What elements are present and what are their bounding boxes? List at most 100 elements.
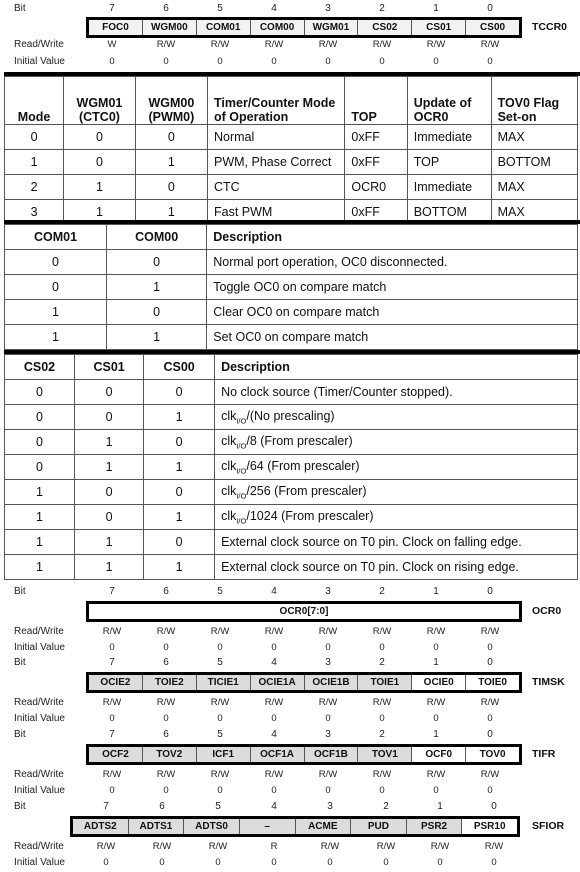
column-header: Description bbox=[206, 224, 578, 250]
initial-value: 0 bbox=[217, 785, 223, 796]
access-type: R/W bbox=[156, 39, 176, 50]
table-cell: 0xFF bbox=[344, 124, 408, 150]
access-type: R/W bbox=[372, 626, 392, 637]
access-type: R/W bbox=[372, 769, 392, 780]
table-cell: 2 bbox=[3, 174, 65, 200]
bit-field-ocf1b: OCF1B bbox=[304, 747, 359, 762]
table-cell: 0 bbox=[3, 404, 76, 430]
access-type: R/W bbox=[376, 841, 396, 852]
table-cell: 0 bbox=[63, 124, 136, 150]
description-cell: clkI/O/1024 (From prescaler) bbox=[214, 504, 578, 530]
description-text: /1024 (From prescaler) bbox=[246, 508, 374, 523]
initial-value: 0 bbox=[163, 713, 169, 724]
table-cell: 0 bbox=[106, 249, 208, 275]
tccr0-bit-fields: FOC0 WGM00 COM01 COM00 WGM01 CS02 CS01 CS00 bbox=[86, 17, 522, 38]
bit-field-toie2: TOIE2 bbox=[142, 675, 197, 690]
table-cell: 0 bbox=[3, 274, 108, 300]
bit-number: 3 bbox=[325, 729, 331, 740]
column-header: TOP bbox=[344, 76, 408, 125]
table-row: 0 1 Toggle OC0 on compare match bbox=[3, 274, 578, 300]
bit-row-label: Bit bbox=[14, 729, 26, 740]
column-header: COM00 bbox=[106, 224, 208, 250]
register-name-timsk: TIMSK bbox=[532, 676, 565, 688]
bit-number: 0 bbox=[487, 729, 493, 740]
bit-field-cs01: CS01 bbox=[412, 20, 467, 35]
read-write-row-label: Read/Write bbox=[14, 626, 64, 637]
bit-number: 7 bbox=[109, 657, 115, 668]
access-type: R/W bbox=[264, 769, 284, 780]
bit-field-wgm01: WGM01 bbox=[304, 20, 359, 35]
table-cell: 1 bbox=[63, 174, 136, 200]
bit-number: 4 bbox=[271, 3, 277, 14]
access-type: R/W bbox=[480, 39, 500, 50]
table-row: 0 0 1 clkI/O/(No prescaling) bbox=[3, 404, 578, 430]
table-cell: Immediate bbox=[406, 124, 492, 150]
table-cell: 0 bbox=[74, 379, 145, 405]
table-cell: 1 bbox=[106, 274, 208, 300]
bit-number: 0 bbox=[487, 3, 493, 14]
column-header: CS01 bbox=[74, 354, 145, 380]
table-cell: CTC bbox=[206, 174, 346, 200]
bit-number: 6 bbox=[163, 3, 169, 14]
initial-value: 0 bbox=[217, 56, 223, 67]
initial-value: 0 bbox=[325, 642, 331, 653]
initial-value: 0 bbox=[491, 857, 497, 868]
initial-value: 0 bbox=[325, 56, 331, 67]
description-cell: External clock source on T0 pin. Clock o… bbox=[214, 554, 578, 580]
table-cell: MAX bbox=[490, 124, 579, 150]
register-name-ocr0: OCR0 bbox=[532, 605, 562, 617]
bit-field-foc0: FOC0 bbox=[89, 20, 143, 35]
initial-value: 0 bbox=[433, 56, 439, 67]
column-header: Update of OCR0 bbox=[406, 76, 492, 125]
bit-number: 1 bbox=[433, 3, 439, 14]
clock-symbol: clk bbox=[221, 408, 237, 423]
bit-field-tov0: TOV0 bbox=[466, 747, 519, 762]
table-row: 1 0 1 clkI/O/1024 (From prescaler) bbox=[3, 504, 578, 530]
column-header: WGM01 (CTC0) bbox=[63, 76, 136, 125]
bit-field-psr10: PSR10 bbox=[462, 819, 517, 834]
access-type: R/W bbox=[426, 769, 446, 780]
table-cell: 0 bbox=[143, 479, 216, 505]
access-type: R/W bbox=[156, 697, 176, 708]
bit-number: 1 bbox=[437, 801, 443, 812]
initial-value: 0 bbox=[433, 713, 439, 724]
bit-number: 3 bbox=[327, 801, 333, 812]
bit-row-label: Bit bbox=[14, 586, 26, 597]
table-cell: 1 bbox=[143, 454, 216, 480]
table-cell: 0 bbox=[74, 504, 145, 530]
bit-field-ocr0: OCR0[7:0] bbox=[89, 604, 519, 619]
access-type: R/W bbox=[210, 39, 230, 50]
bit-field-tov2: TOV2 bbox=[142, 747, 197, 762]
bit-field-tov1: TOV1 bbox=[358, 747, 413, 762]
bit-number: 4 bbox=[271, 729, 277, 740]
bit-field-wgm00: WGM00 bbox=[142, 20, 197, 35]
ocr0-bit-fields: OCR0[7:0] bbox=[86, 601, 522, 622]
bit-field-cs00: CS00 bbox=[466, 20, 519, 35]
initial-value: 0 bbox=[217, 642, 223, 653]
column-header-text: (CTC0) bbox=[78, 110, 120, 124]
table-cell: BOTTOM bbox=[490, 149, 579, 175]
clock-symbol: clk bbox=[221, 458, 237, 473]
bit-number: 1 bbox=[433, 729, 439, 740]
table-cell: 0 bbox=[106, 299, 208, 325]
access-type: R/W bbox=[210, 769, 230, 780]
column-header-text: of Operation bbox=[214, 110, 289, 124]
table-cell: 1 bbox=[3, 554, 76, 580]
description-cell: clkI/O/(No prescaling) bbox=[214, 404, 578, 430]
clock-symbol: clk bbox=[221, 483, 237, 498]
bit-field-ocf0: OCF0 bbox=[412, 747, 467, 762]
bit-number: 7 bbox=[109, 586, 115, 597]
table-cell: Toggle OC0 on compare match bbox=[206, 274, 578, 300]
description-cell: External clock source on T0 pin. Clock o… bbox=[214, 529, 578, 555]
table-cell: 1 bbox=[143, 554, 216, 580]
clock-symbol: clk bbox=[221, 433, 237, 448]
initial-value: 0 bbox=[487, 642, 493, 653]
table-cell: Normal port operation, OC0 disconnected. bbox=[206, 249, 578, 275]
clock-subscript: I/O bbox=[236, 416, 247, 426]
register-name-tifr: TIFR bbox=[532, 748, 556, 760]
bit-field-psr2: PSR2 bbox=[406, 819, 463, 834]
bit-number: 6 bbox=[163, 586, 169, 597]
access-type: R/W bbox=[102, 626, 122, 637]
access-type: R/W bbox=[426, 697, 446, 708]
sfior-bit-fields: ADTS2 ADTS1 ADTS0– ACME PUD PSR2 PSR10 bbox=[70, 816, 520, 837]
